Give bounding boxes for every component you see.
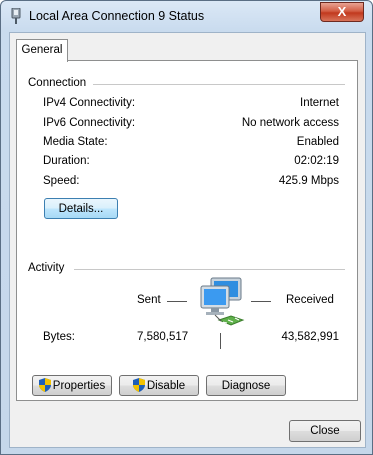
details-button[interactable]: Details... bbox=[44, 198, 118, 219]
received-label: Received bbox=[286, 294, 334, 306]
activity-connector-line bbox=[220, 333, 221, 349]
disable-button[interactable]: Disable bbox=[119, 375, 199, 396]
properties-label: Properties bbox=[52, 380, 106, 392]
properties-button[interactable]: Properties bbox=[32, 375, 112, 396]
network-adapter-icon bbox=[11, 8, 21, 24]
duration-value: 02:02:19 bbox=[294, 155, 339, 167]
speed-value: 425.9 Mbps bbox=[278, 175, 339, 187]
sent-line bbox=[167, 301, 187, 302]
activity-divider bbox=[74, 269, 345, 270]
window-title: Local Area Connection 9 Status bbox=[29, 9, 205, 23]
network-computers-icon bbox=[200, 277, 245, 326]
general-panel: Connection IPv4 Connectivity: Internet I… bbox=[16, 60, 358, 401]
ipv4-label: IPv4 Connectivity: bbox=[43, 97, 136, 109]
media-state-value: Enabled bbox=[296, 136, 339, 148]
received-line bbox=[251, 301, 271, 302]
uac-shield-icon bbox=[132, 378, 145, 392]
ipv4-value: Internet bbox=[300, 97, 339, 109]
bytes-sent-value: 7,580,517 bbox=[137, 331, 189, 343]
connection-heading: Connection bbox=[28, 77, 87, 89]
title-bar[interactable]: Local Area Connection 9 Status X bbox=[1, 1, 372, 31]
uac-shield-icon bbox=[38, 378, 51, 392]
media-state-label: Media State: bbox=[43, 136, 108, 148]
status-dialog: Local Area Connection 9 Status X General… bbox=[0, 0, 373, 455]
bytes-label: Bytes: bbox=[43, 331, 75, 343]
diagnose-button[interactable]: Diagnose bbox=[206, 375, 286, 396]
bytes-received-value: 43,582,991 bbox=[281, 331, 339, 343]
title-close-button[interactable]: X bbox=[320, 2, 364, 22]
duration-label: Duration: bbox=[43, 155, 90, 167]
disable-label: Disable bbox=[146, 380, 186, 392]
dialog-client: General Connection IPv4 Connectivity: In… bbox=[9, 32, 366, 448]
speed-label: Speed: bbox=[43, 175, 80, 187]
ipv6-value: No network access bbox=[241, 117, 339, 129]
sent-label: Sent bbox=[137, 294, 161, 306]
ipv6-label: IPv6 Connectivity: bbox=[43, 117, 136, 129]
connection-divider bbox=[93, 84, 345, 85]
tab-general[interactable]: General bbox=[16, 39, 68, 62]
activity-heading: Activity bbox=[28, 262, 65, 274]
close-button[interactable]: Close bbox=[289, 420, 361, 442]
